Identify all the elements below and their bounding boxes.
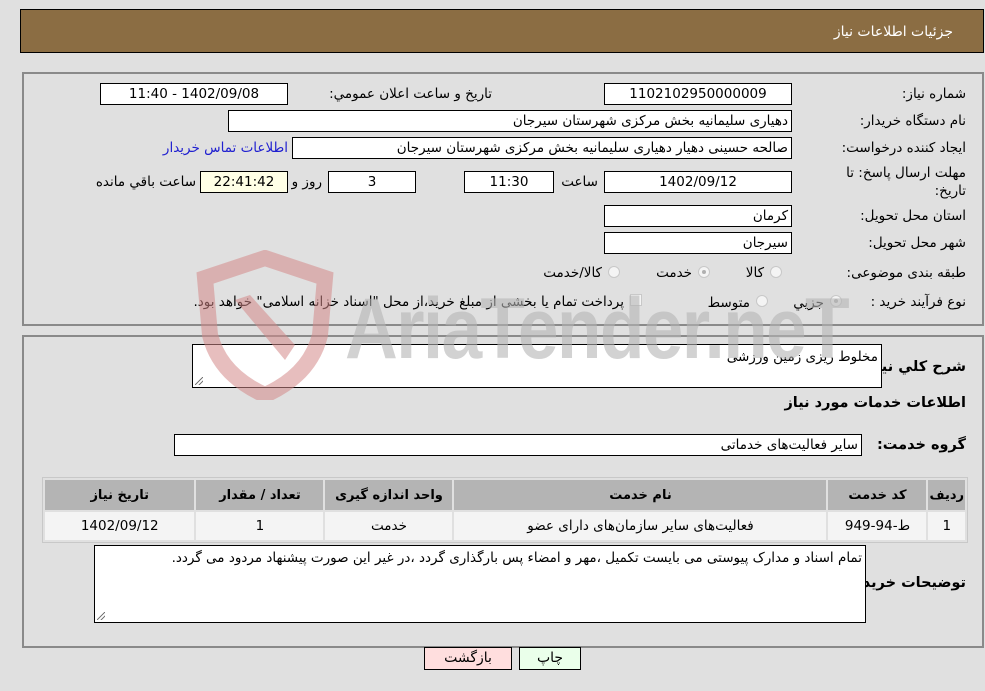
cell-service-name: فعالیت‌های سایر سازمان‌های دارای عضو [454,512,827,540]
province-field: کرمان [604,205,792,227]
category-radio-goods[interactable] [770,266,782,278]
need-number-label: شماره نیاز: [901,86,966,102]
buyer-org-field: دهیاری سلیمانیه بخش مرکزی شهرستان سیرجان [228,110,792,132]
remaining-time-label: ساعت باقي مانده [95,174,196,190]
page-header: جزئیات اطلاعات نیاز [20,9,984,53]
remaining-days-field: 3 [328,171,416,193]
category-option-goods-service: کالا/خدمت [543,265,602,281]
need-number-field: 1102102950000009 [604,83,792,105]
requester-label: ایجاد کننده درخواست: [841,140,966,156]
purchase-type-radio-minor[interactable] [830,295,842,307]
col-unit: واحد اندازه گیری [325,480,453,510]
category-radio-service[interactable] [698,266,710,278]
cell-unit: خدمت [325,512,453,540]
cell-row-number: 1 [928,512,965,540]
general-description-field[interactable]: مخلوط ریزی زمین ورزشی [192,344,882,388]
city-field: سیرجان [604,232,792,254]
services-table: ردیف کد خدمت نام خدمت واحد اندازه گیری ت… [42,477,968,543]
service-group-label: گروه خدمت: [876,437,966,453]
table-row: 1 ط-94-949 فعالیت‌های سایر سازمان‌های دا… [45,512,965,540]
services-table-header: ردیف کد خدمت نام خدمت واحد اندازه گیری ت… [45,480,965,510]
cell-service-code: ط-94-949 [828,512,927,540]
col-need-date: تاریخ نیاز [45,480,195,510]
category-radio-goods-service[interactable] [608,266,620,278]
treasury-checkbox[interactable] [630,294,642,306]
buyer-org-label: نام دستگاه خریدار: [859,113,966,129]
announce-datetime-label: تاریخ و ساعت اعلان عمومي: [329,86,492,102]
col-service-name: نام خدمت [454,480,827,510]
col-service-code: کد خدمت [828,480,927,510]
deadline-time-label: ساعت [561,174,598,190]
buyer-contact-link[interactable]: اطلاعات تماس خریدار [163,140,288,156]
purchase-type-option-medium: متوسط [707,295,750,311]
deadline-time-field: 11:30 [464,171,554,193]
province-label: استان محل تحویل: [860,208,966,224]
purchase-type-label: نوع فرآیند خرید : [870,294,966,310]
general-description-text: مخلوط ریزی زمین ورزشی [726,349,878,365]
days-label: روز و [291,174,322,190]
purchase-type-radio-medium[interactable] [756,295,768,307]
requester-field: صالحه حسینی دهیار دهیاری سلیمانیه بخش مر… [292,137,792,159]
deadline-label: مهلت ارسال پاسخ: تا تاریخ: [846,164,966,200]
deadline-label-line1: مهلت ارسال پاسخ: تا [846,165,966,181]
purchase-type-option-minor: جزيي [793,295,824,311]
deadline-date-field: 1402/09/12 [604,171,792,193]
buyer-notes-field[interactable]: تمام اسناد و مدارک پیوستی می بایست تکمیل… [94,545,866,623]
city-label: شهر محل تحویل: [868,235,966,251]
service-group-field: سایر فعالیت‌های خدماتی [174,434,862,456]
category-label: طبقه بندی موضوعی: [846,265,966,281]
resize-grip-icon[interactable] [195,377,203,385]
col-row-number: ردیف [928,480,965,510]
resize-grip-icon[interactable] [97,612,105,620]
deadline-label-line2: تاریخ: [934,183,966,199]
back-button[interactable]: بازگشت [424,647,512,670]
need-details-panel: شماره نیاز: 1102102950000009 تاریخ و ساع… [22,72,984,326]
announce-datetime-field: 1402/09/08 - 11:40 [100,83,288,105]
page-title: جزئیات اطلاعات نیاز [833,24,953,40]
category-option-service: خدمت [656,265,692,281]
buyer-notes-text: تمام اسناد و مدارک پیوستی می بایست تکمیل… [171,550,862,566]
cell-need-date: 1402/09/12 [45,512,195,540]
cell-quantity: 1 [196,512,324,540]
category-option-goods: کالا [745,265,764,281]
col-quantity: تعداد / مقدار [196,480,324,510]
services-section-title: اطلاعات خدمات مورد نیاز [784,395,966,411]
print-button[interactable]: چاپ [519,647,581,670]
services-panel: شرح کلي نیاز: مخلوط ریزی زمین ورزشی اطلا… [22,335,984,648]
remaining-time-field: 22:41:42 [200,171,288,193]
treasury-note: پرداخت تمام یا بخشی از مبلغ خرید،از محل … [193,294,624,310]
